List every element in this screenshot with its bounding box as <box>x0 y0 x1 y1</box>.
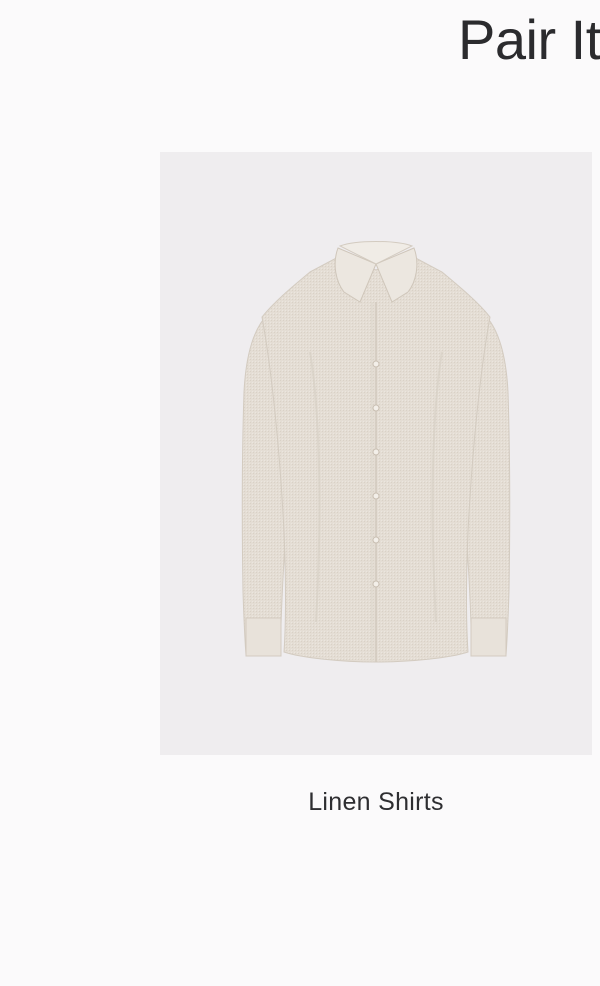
page: Pair It Linen Shirts <box>0 0 600 986</box>
product-image[interactable] <box>160 152 592 755</box>
shirt-right-cuff <box>470 617 507 657</box>
product-name[interactable]: Linen Shirts <box>160 786 592 818</box>
product-card-linen-shirts[interactable]: Linen Shirts <box>160 152 592 852</box>
shirt-illustration <box>241 241 511 663</box>
shirt-left-cuff <box>245 617 282 657</box>
section-title: Pair It <box>458 8 600 71</box>
